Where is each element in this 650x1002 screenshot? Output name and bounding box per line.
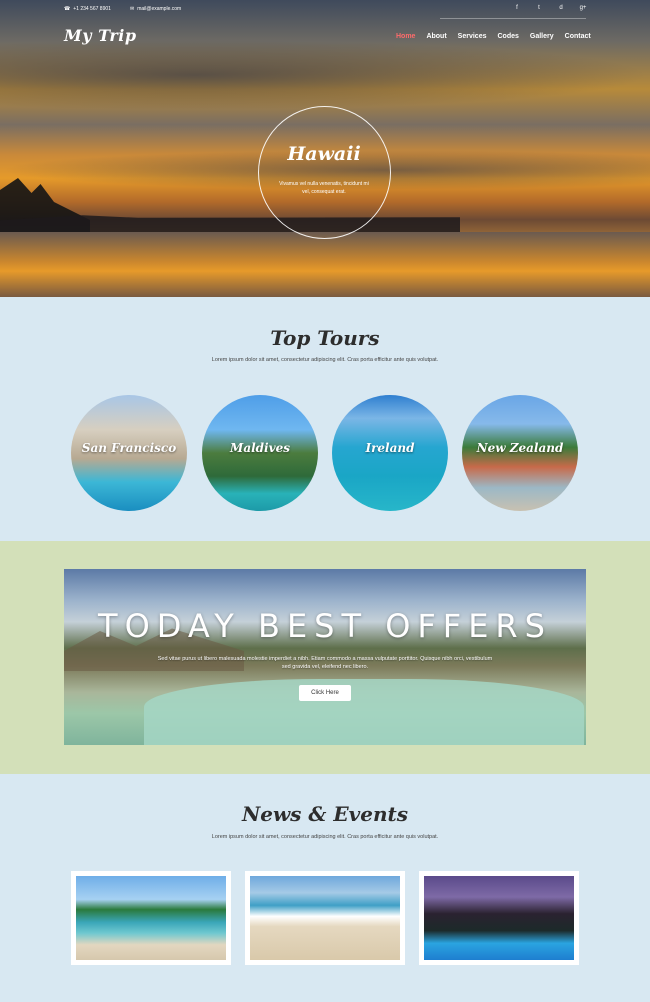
resort-pool [144,679,584,745]
topbar-divider [440,18,586,19]
news-image [76,876,226,960]
twitter-icon[interactable]: t [534,5,544,11]
tour-ireland[interactable]: Ireland [332,395,448,511]
hero-clouds [0,40,650,110]
phone-icon: ☎ [64,6,71,12]
nav-services[interactable]: Services [458,33,487,40]
hero-description: Vivamus vel nulla venenatis, tincidunt m… [279,181,369,195]
tour-maldives[interactable]: Maldives [202,395,318,511]
email-contact[interactable]: ✉ mail@example.com [130,6,181,12]
nav-gallery[interactable]: Gallery [530,33,554,40]
hero-circle: Hawaii Vivamus vel nulla venenatis, tinc… [258,106,391,239]
nav-contact[interactable]: Contact [565,33,591,40]
main-nav: Home About Services Codes Gallery Contac… [396,33,591,40]
google-plus-icon[interactable]: g+ [578,5,588,11]
hero-sea [0,232,650,297]
offers-text: Sed vitae purus ut libero malesuada mole… [157,656,493,671]
nav-about[interactable]: About [426,33,446,40]
phone-contact[interactable]: ☎ +1 234 567 8901 [64,6,111,12]
tour-label: Ireland [365,441,415,455]
offers-banner: TODAY BEST OFFERS Sed vitae purus ut lib… [64,569,586,745]
tours-subtitle: Lorem ipsum dolor sit amet, consectetur … [211,357,439,363]
site-logo[interactable]: My Trip [64,26,137,45]
news-title: News & Events [241,802,409,826]
news-image [424,876,574,960]
tours-title: Top Tours [270,326,380,350]
nav-codes[interactable]: Codes [497,33,518,40]
nav-home[interactable]: Home [396,33,415,40]
tour-label: Maldives [230,441,290,455]
hero-title: Hawaii [287,143,361,165]
hero-banner: ☎ +1 234 567 8901 ✉ mail@example.com f t… [0,0,650,297]
tour-label: San Francisco [81,441,177,455]
offers-headline: TODAY BEST OFFERS [98,607,552,645]
email-text: mail@example.com [137,6,182,12]
phone-text: +1 234 567 8901 [73,6,111,12]
mail-icon: ✉ [130,6,135,12]
click-here-button[interactable]: Click Here [299,685,351,701]
news-card-kids[interactable] [245,871,405,965]
news-card-beach[interactable] [71,871,231,965]
tour-new-zealand[interactable]: New Zealand [462,395,578,511]
top-bar: ☎ +1 234 567 8901 ✉ mail@example.com f t… [64,5,586,16]
dribbble-icon[interactable]: d [556,5,566,11]
facebook-icon[interactable]: f [512,5,522,11]
tour-san-francisco[interactable]: San Francisco [71,395,187,511]
news-image [250,876,400,960]
social-links: f t d g+ [512,5,588,11]
news-card-pool[interactable] [419,871,579,965]
tour-label: New Zealand [476,441,564,455]
news-subtitle: Lorem ipsum dolor sit amet, consectetur … [211,834,439,840]
